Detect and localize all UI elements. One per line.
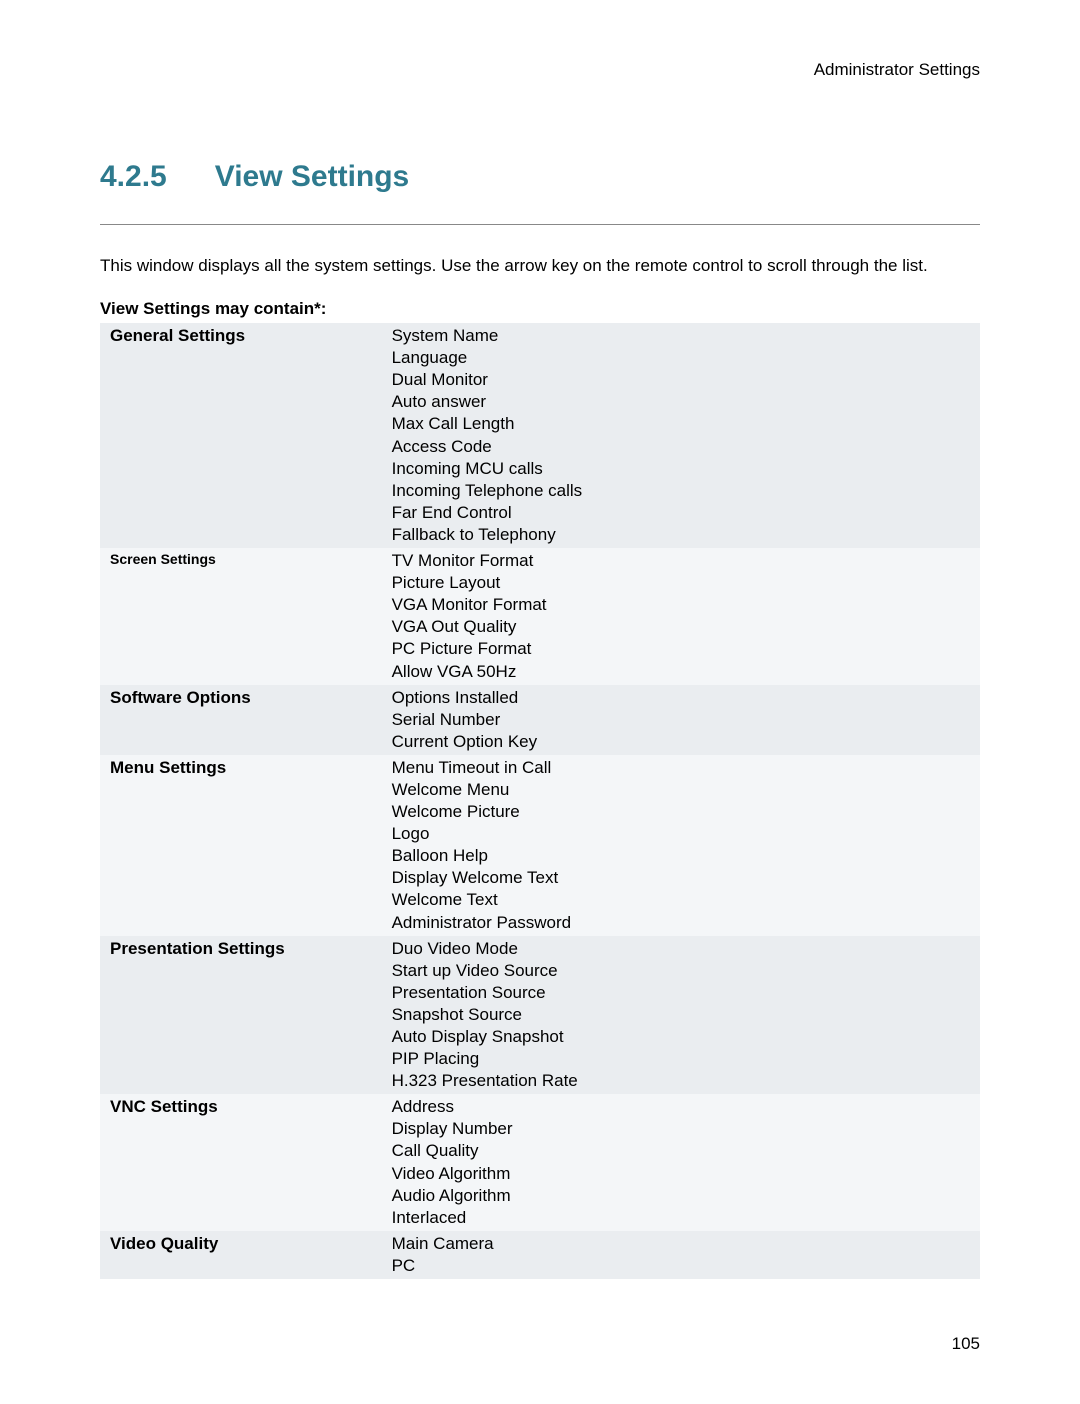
row-values: System NameLanguageDual MonitorAuto answ…	[382, 323, 980, 548]
row-label: Screen Settings	[100, 548, 382, 685]
row-label: Software Options	[100, 685, 382, 755]
section-number: 4.2.5	[100, 160, 167, 194]
row-label: Video Quality	[100, 1231, 382, 1279]
row-label: Menu Settings	[100, 755, 382, 936]
row-values: Options InstalledSerial NumberCurrent Op…	[382, 685, 980, 755]
section-title: View Settings	[215, 160, 410, 194]
intro-text: This window displays all the system sett…	[100, 255, 980, 277]
table-row: Video QualityMain CameraPC	[100, 1231, 980, 1279]
settings-table: General SettingsSystem NameLanguageDual …	[100, 323, 980, 1279]
row-values: Duo Video ModeStart up Video SourcePrese…	[382, 936, 980, 1095]
table-row: Screen SettingsTV Monitor FormatPicture …	[100, 548, 980, 685]
table-row: VNC SettingsAddressDisplay NumberCall Qu…	[100, 1094, 980, 1231]
section-heading: 4.2.5 View Settings	[100, 160, 980, 194]
table-row: Menu SettingsMenu Timeout in CallWelcome…	[100, 755, 980, 936]
table-row: Software OptionsOptions InstalledSerial …	[100, 685, 980, 755]
table-title: View Settings may contain*:	[100, 299, 980, 319]
row-values: AddressDisplay NumberCall QualityVideo A…	[382, 1094, 980, 1231]
row-values: Main CameraPC	[382, 1231, 980, 1279]
table-row: General SettingsSystem NameLanguageDual …	[100, 323, 980, 548]
page-header: Administrator Settings	[100, 60, 980, 80]
table-row: Presentation SettingsDuo Video ModeStart…	[100, 936, 980, 1095]
page-number: 105	[100, 1334, 980, 1354]
row-label: VNC Settings	[100, 1094, 382, 1231]
row-label: General Settings	[100, 323, 382, 548]
row-values: TV Monitor FormatPicture LayoutVGA Monit…	[382, 548, 980, 685]
divider	[100, 224, 980, 225]
row-label: Presentation Settings	[100, 936, 382, 1095]
row-values: Menu Timeout in CallWelcome MenuWelcome …	[382, 755, 980, 936]
